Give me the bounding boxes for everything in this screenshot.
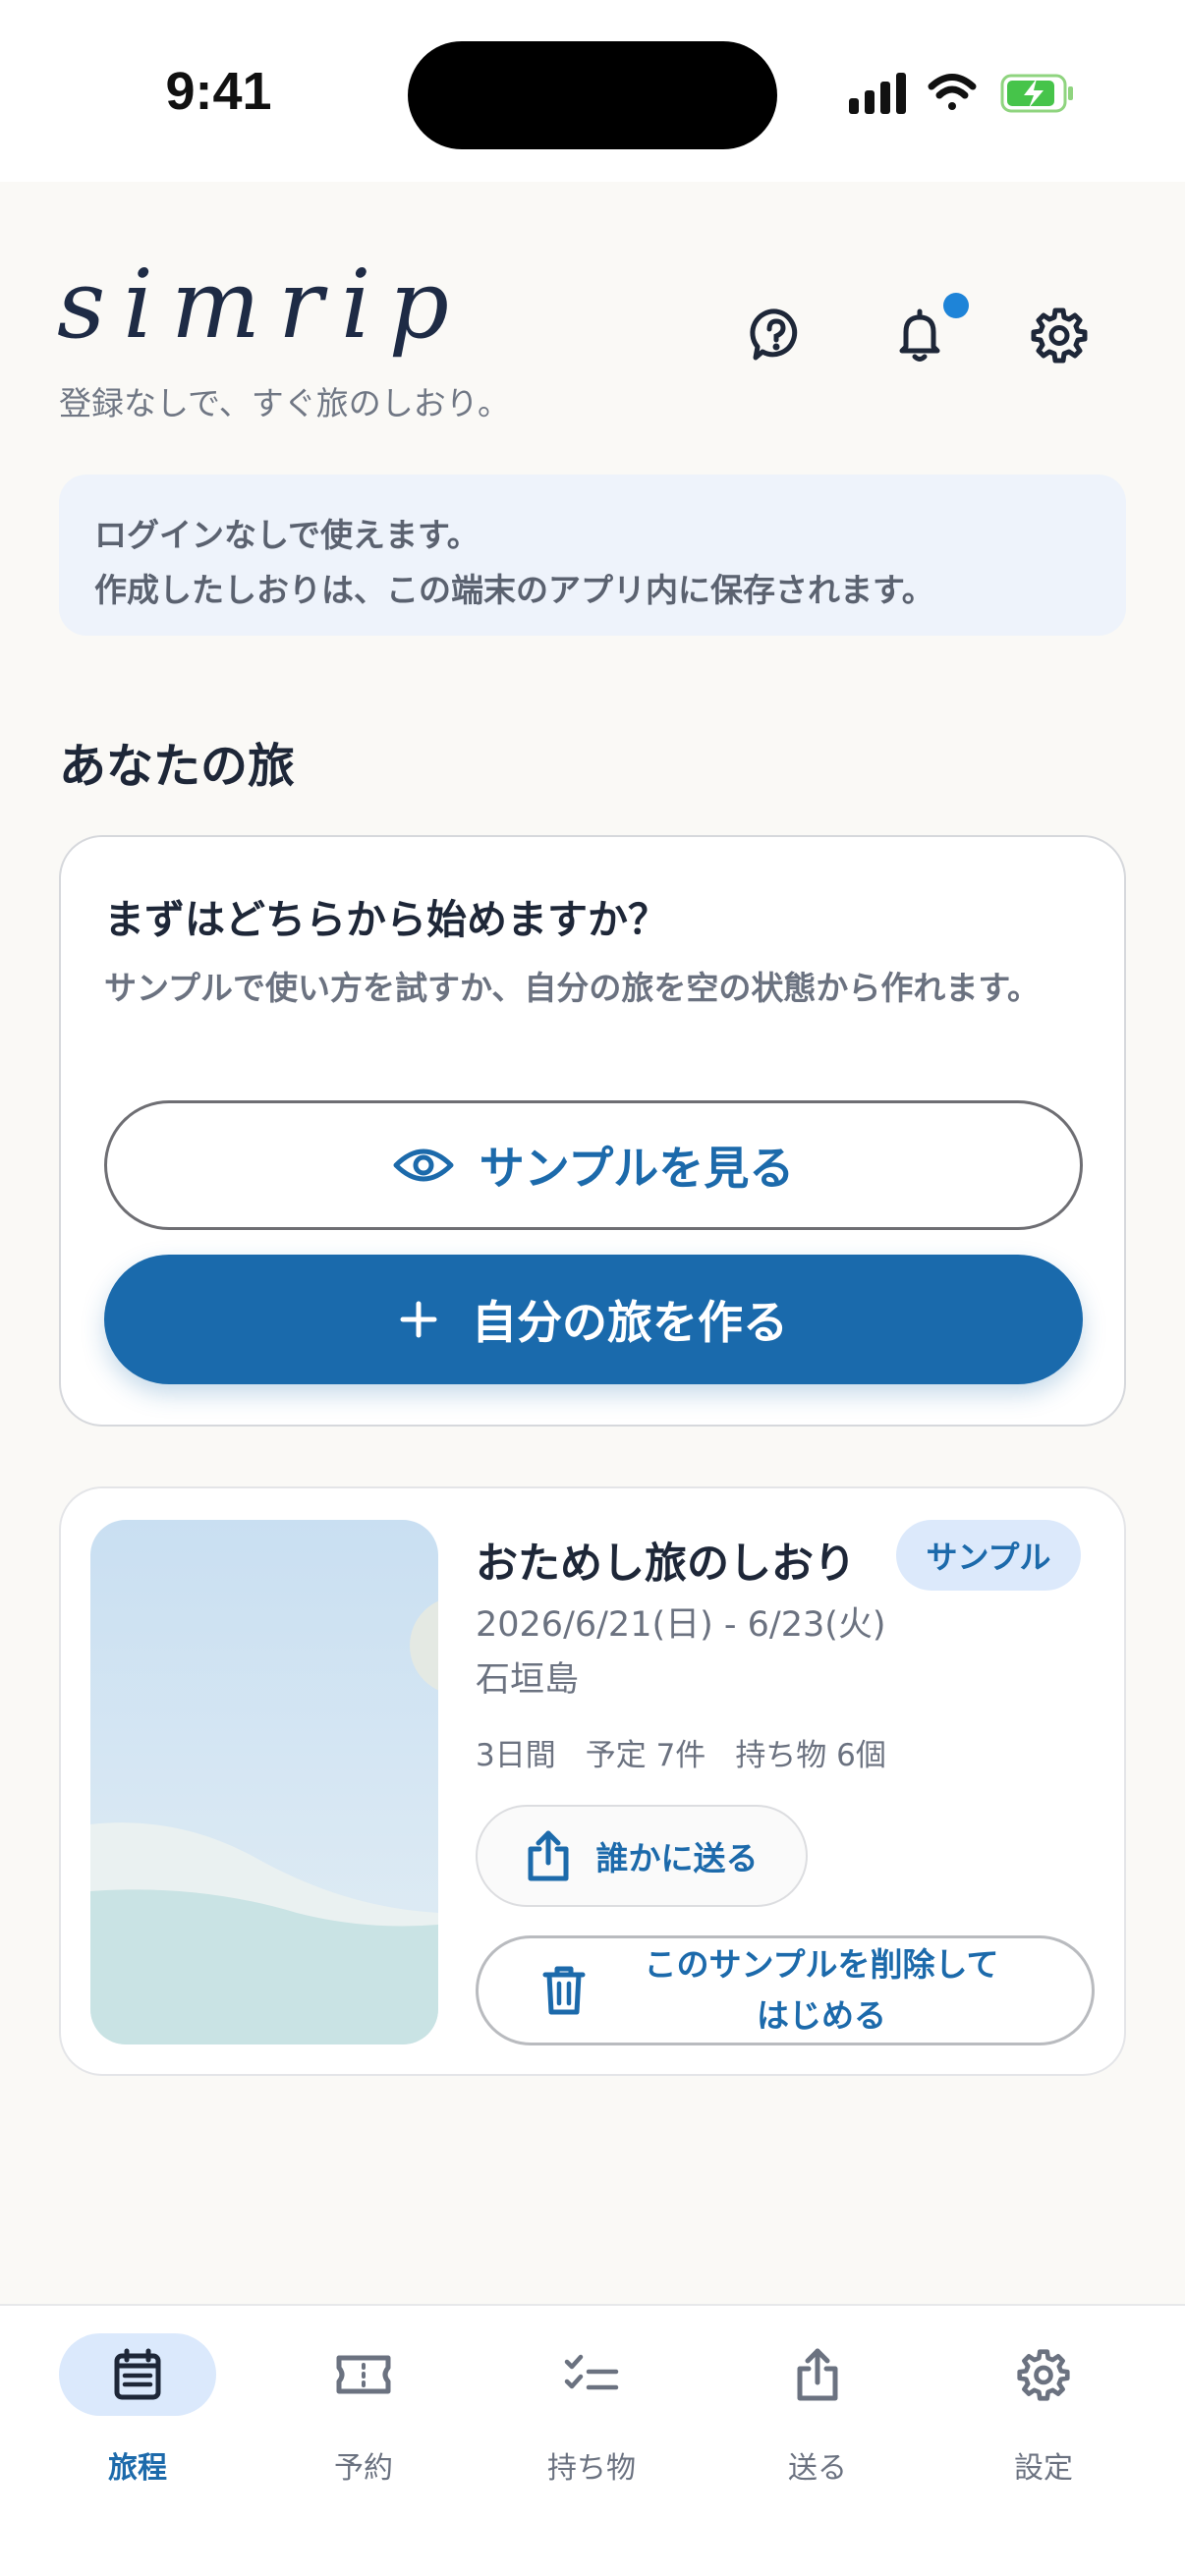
view-sample-button[interactable]: サンプルを見る — [104, 1100, 1083, 1230]
share-icon — [528, 1830, 568, 1881]
trip-days: 3日間 — [476, 1738, 556, 1773]
start-card-description: サンプルで使い方を試すか、自分の旅を空の状態から作れます。 — [104, 969, 1041, 1007]
cellular-signal-icon — [849, 73, 906, 114]
nav-label-reservations: 予約 — [334, 2451, 393, 2486]
gear-icon — [1031, 308, 1088, 364]
create-trip-label: 自分の旅を作る — [472, 1296, 788, 1349]
nav-pill-itinerary — [59, 2333, 216, 2416]
help-icon — [750, 308, 798, 361]
nav-label-send: 送る — [788, 2451, 847, 2486]
nav-pill-settings — [965, 2333, 1122, 2416]
wifi-icon — [928, 74, 977, 110]
trip-dates: 2026/6/21(日) - 6/23(火) — [476, 1605, 886, 1645]
start-card-title: まずはどちらから始めますか？ — [104, 896, 668, 943]
bell-icon — [899, 308, 940, 362]
sample-badge: サンプル — [896, 1520, 1081, 1591]
nav-item-send[interactable]: 送る — [729, 2333, 906, 2491]
nav-label-itinerary: 旅程 — [108, 2451, 167, 2486]
settings-button[interactable] — [1024, 300, 1095, 370]
nav-label-settings: 設定 — [1014, 2451, 1073, 2486]
trip-plans: 予定 7件 — [585, 1738, 706, 1773]
info-line-2: 作成したしおりは、この端末のアプリ内に保存されます。 — [94, 571, 934, 609]
delete-label-line-1: このサンプルを削除して — [644, 1945, 999, 1984]
nav-item-itinerary[interactable]: 旅程 — [49, 2333, 226, 2491]
calendar-icon — [114, 2348, 161, 2400]
eye-icon — [393, 1148, 454, 1182]
section-title: あなたの旅 — [59, 739, 296, 794]
bottom-nav: 旅程 予約 持ち物 送る 設定 — [0, 2304, 1185, 2576]
trip-title: おためし旅のしおり — [476, 1540, 856, 1589]
battery-icon — [1000, 74, 1073, 113]
dynamic-island — [408, 41, 777, 149]
trip-thumbnail — [90, 1520, 438, 2044]
gear-icon — [1017, 2349, 1070, 2401]
notification-dot — [943, 293, 969, 318]
nav-item-packing[interactable]: 持ち物 — [503, 2333, 680, 2491]
app-logo: simrip — [57, 250, 468, 360]
status-time: 9:41 — [165, 62, 272, 121]
share-button[interactable]: 誰かに送る — [476, 1805, 808, 1907]
nav-label-packing: 持ち物 — [547, 2451, 636, 2486]
delete-sample-button[interactable]: このサンプルを削除して はじめる — [476, 1935, 1095, 2045]
ticket-icon — [336, 2355, 391, 2394]
nav-pill-send — [739, 2333, 896, 2416]
trip-place: 石垣島 — [476, 1660, 580, 1700]
help-button[interactable] — [741, 300, 812, 370]
trip-items: 持ち物 6個 — [735, 1738, 886, 1773]
tagline: 登録なしで、すぐ旅のしおり。 — [59, 384, 511, 422]
nav-item-settings[interactable]: 設定 — [955, 2333, 1132, 2491]
info-banner: ログインなしで使えます。 作成したしおりは、この端末のアプリ内に保存されます。 — [59, 475, 1126, 636]
checklist-icon — [564, 2354, 619, 2390]
nav-item-reservations[interactable]: 予約 — [275, 2333, 452, 2491]
nav-pill-reservations — [285, 2333, 442, 2416]
status-icons — [849, 73, 1073, 114]
create-trip-button[interactable]: 自分の旅を作る — [104, 1255, 1083, 1384]
start-card: まずはどちらから始めますか？ サンプルで使い方を試すか、自分の旅を空の状態から作… — [59, 835, 1126, 1427]
share-label: 誰かに送る — [595, 1839, 759, 1877]
nav-pill-packing — [513, 2333, 670, 2416]
view-sample-label: サンプルを見る — [479, 1142, 795, 1195]
status-bar: 9:41 — [0, 0, 1185, 182]
delete-label-line-2: はじめる — [757, 1996, 886, 2035]
delete-sample-label: このサンプルを削除して はじめる — [615, 1939, 1028, 2042]
share-icon — [797, 2348, 838, 2401]
trip-stats: 3日間 予定 7件 持ち物 6個 — [476, 1730, 916, 1774]
info-line-1: ログインなしで使えます。 — [94, 516, 480, 554]
plus-icon — [400, 1301, 437, 1338]
app-screen: 9:41 simrip 登録なしで、すぐ旅のしおり。 ログインなしで使えます。 … — [0, 0, 1185, 2576]
trash-icon — [542, 1966, 586, 2015]
trip-card[interactable]: おためし旅のしおり サンプル 2026/6/21(日) - 6/23(火) 石垣… — [59, 1486, 1126, 2076]
